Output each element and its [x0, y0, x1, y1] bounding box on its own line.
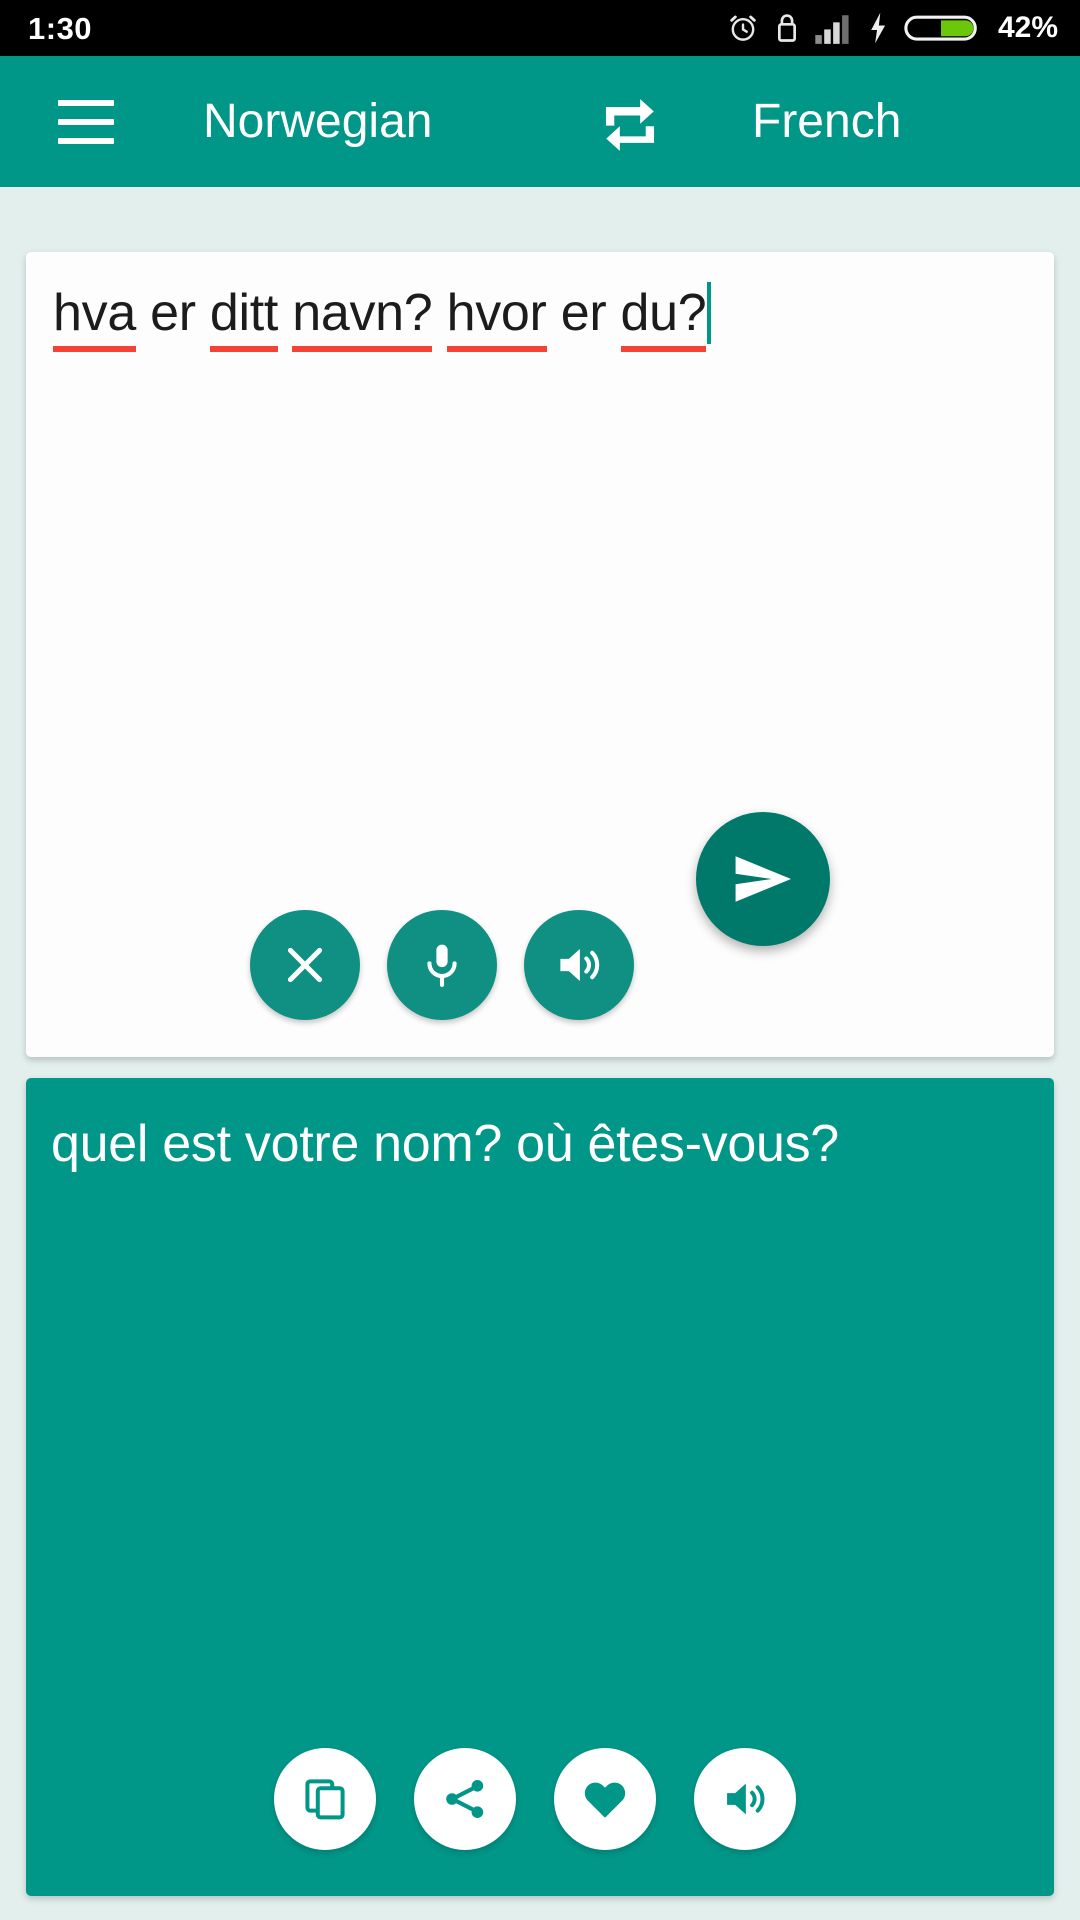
speak-source-button[interactable] — [524, 910, 634, 1020]
speak-target-button[interactable] — [694, 1748, 796, 1850]
source-text-card: hva er ditt navn? hvor er du? — [26, 252, 1054, 1057]
heart-icon — [584, 1782, 626, 1818]
source-word: er — [560, 284, 607, 342]
app-bar: Norwegian French — [0, 56, 1080, 187]
copy-icon — [305, 1779, 345, 1820]
hamburger-bar — [58, 118, 114, 125]
misspelled-word: navn? — [292, 284, 433, 352]
battery-icon — [904, 15, 977, 41]
close-icon — [287, 947, 323, 983]
share-button[interactable] — [414, 1748, 516, 1850]
source-language-selector[interactable]: Norwegian — [203, 94, 432, 149]
hamburger-bar — [58, 99, 114, 106]
send-icon — [735, 856, 791, 902]
signal-bars-icon — [815, 15, 849, 44]
source-word — [547, 284, 561, 342]
misspelled-word: du? — [620, 284, 707, 352]
misspelled-word: ditt — [209, 284, 278, 352]
clear-button[interactable] — [250, 910, 360, 1020]
source-word — [136, 284, 150, 342]
lock-icon — [777, 14, 796, 42]
favorite-button[interactable] — [554, 1748, 656, 1850]
swap-languages-button[interactable] — [575, 80, 685, 170]
translator-app-screen: 1:30 42% Norwegian French hva er ditt na… — [0, 0, 1080, 1920]
misspelled-word: hvor — [446, 284, 547, 352]
misspelled-word: hva — [53, 284, 136, 352]
copy-button[interactable] — [274, 1748, 376, 1850]
microphone-icon — [427, 944, 457, 987]
status-indicators: 42% — [726, 11, 1058, 45]
hamburger-menu-icon[interactable] — [43, 79, 129, 165]
alarm-clock-icon — [730, 15, 756, 41]
speaker-icon — [560, 948, 600, 982]
source-action-bar — [26, 910, 1054, 1020]
target-language-selector[interactable]: French — [752, 94, 901, 149]
translation-result-card: quel est votre nom? où êtes-vous? — [26, 1078, 1054, 1896]
source-word — [278, 284, 292, 342]
source-word — [432, 284, 446, 342]
battery-percentage: 42% — [997, 11, 1058, 44]
source-word — [196, 284, 210, 342]
translate-send-button[interactable] — [696, 812, 830, 946]
translation-result-text: quel est votre nom? où êtes-vous? — [51, 1115, 839, 1173]
source-word — [606, 284, 620, 342]
swap-languages-icon — [605, 99, 655, 151]
source-word: er — [150, 284, 196, 342]
hamburger-bar — [58, 137, 114, 144]
speaker-icon — [727, 1783, 765, 1815]
text-cursor — [707, 282, 712, 344]
status-bar: 1:30 42% — [0, 0, 1080, 56]
source-text-content: hva er ditt navn? hvor er du? — [53, 284, 707, 352]
charging-bolt-icon — [871, 12, 886, 44]
share-icon — [446, 1780, 484, 1818]
target-action-bar — [26, 1748, 1054, 1850]
status-time: 1:30 — [28, 10, 93, 46]
voice-input-button[interactable] — [387, 910, 497, 1020]
source-text-input[interactable]: hva er ditt navn? hvor er du? — [53, 282, 1030, 352]
